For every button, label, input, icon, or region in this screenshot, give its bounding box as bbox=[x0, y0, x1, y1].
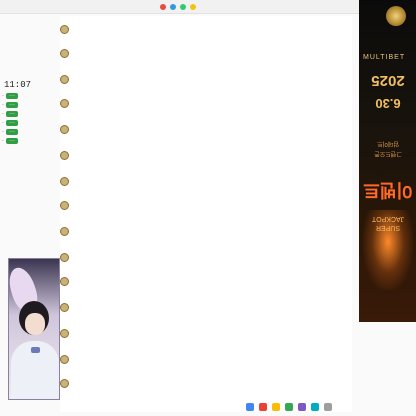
stat-label: · bbox=[2, 138, 4, 144]
browser-tab-strip bbox=[0, 0, 416, 14]
advert-banner[interactable]: MULTIBET 2025 6.30 업데이트 그랜드오픈 이벤트 SUPER … bbox=[359, 0, 416, 322]
feed-post[interactable] bbox=[60, 224, 352, 238]
left-stats-panel: 11:07 · ··· · ··· · ··· · ··· · ··· · ··… bbox=[0, 80, 58, 144]
stat-value: ··· bbox=[6, 120, 18, 126]
feed-post[interactable] bbox=[60, 376, 352, 390]
stat-label: · bbox=[2, 93, 4, 99]
stat-value: ··· bbox=[6, 111, 18, 117]
feed-post[interactable] bbox=[60, 46, 352, 60]
tab-icon[interactable] bbox=[180, 3, 186, 10]
avatar-icon[interactable] bbox=[60, 74, 69, 84]
feed-post[interactable] bbox=[60, 250, 352, 264]
stat-value: ··· bbox=[6, 138, 18, 144]
feed-post[interactable] bbox=[60, 352, 352, 366]
avatar-icon[interactable] bbox=[60, 226, 69, 236]
tab-icon[interactable] bbox=[160, 3, 166, 10]
stat-value: ··· bbox=[6, 129, 18, 135]
avatar-icon[interactable] bbox=[60, 302, 69, 312]
feed-post[interactable] bbox=[60, 96, 352, 110]
feed-post[interactable] bbox=[60, 122, 352, 136]
avatar-icon[interactable] bbox=[60, 252, 69, 262]
avatar-icon[interactable] bbox=[60, 176, 69, 186]
ad-line-1: 업데이트 bbox=[376, 140, 400, 146]
feed-post[interactable] bbox=[60, 326, 352, 340]
feed-post[interactable] bbox=[60, 148, 352, 162]
feed-post[interactable] bbox=[60, 22, 352, 36]
taskbar-icon[interactable] bbox=[298, 403, 306, 411]
stat-value: ··· bbox=[6, 102, 18, 108]
taskbar-icon[interactable] bbox=[259, 403, 267, 411]
avatar-icon[interactable] bbox=[60, 378, 69, 388]
stat-row: · ··· bbox=[2, 111, 58, 117]
avatar-icon[interactable] bbox=[60, 24, 69, 34]
taskbar-icon[interactable] bbox=[324, 403, 332, 411]
stat-row: · ··· bbox=[2, 120, 58, 126]
avatar-icon[interactable] bbox=[60, 124, 69, 134]
ad-promo: 이벤트 bbox=[363, 180, 413, 200]
webcam-bow bbox=[31, 347, 40, 353]
ad-year: 2025 bbox=[371, 72, 405, 89]
webcam-face bbox=[25, 313, 45, 335]
feed-post[interactable] bbox=[60, 72, 352, 86]
crest-icon bbox=[386, 6, 406, 26]
stat-label: · bbox=[2, 111, 4, 117]
stat-row: · ··· bbox=[2, 102, 58, 108]
stat-label: · bbox=[2, 120, 4, 126]
taskbar-icon[interactable] bbox=[246, 403, 254, 411]
ad-brand: MULTIBET bbox=[363, 54, 406, 61]
taskbar-icon[interactable] bbox=[272, 403, 280, 411]
taskbar bbox=[240, 398, 416, 416]
ad-line-2: 그랜드오픈 bbox=[374, 150, 402, 156]
ad-date: 6.30 bbox=[375, 96, 401, 111]
stat-row: · ··· bbox=[2, 138, 58, 144]
avatar-icon[interactable] bbox=[60, 48, 69, 58]
avatar-icon[interactable] bbox=[60, 354, 69, 364]
stat-label: · bbox=[2, 102, 4, 108]
taskbar-icon[interactable] bbox=[311, 403, 319, 411]
feed-post[interactable] bbox=[60, 274, 352, 288]
ad-tag: SUPER JACKPOT bbox=[371, 215, 405, 231]
stat-value: ··· bbox=[6, 93, 18, 99]
feed-post[interactable] bbox=[60, 174, 352, 188]
avatar-icon[interactable] bbox=[60, 276, 69, 286]
tab-icon[interactable] bbox=[170, 3, 176, 10]
chat-feed[interactable] bbox=[60, 16, 352, 412]
avatar-icon[interactable] bbox=[60, 150, 69, 160]
stat-row: · ··· bbox=[2, 93, 58, 99]
avatar-icon[interactable] bbox=[60, 200, 69, 210]
avatar-icon[interactable] bbox=[60, 328, 69, 338]
stat-row: · ··· bbox=[2, 129, 58, 135]
webcam-overlay bbox=[8, 258, 60, 400]
tab-icon[interactable] bbox=[190, 3, 196, 10]
avatar-icon[interactable] bbox=[60, 98, 69, 108]
clock-display: 11:07 bbox=[4, 80, 32, 90]
stat-label: · bbox=[2, 129, 4, 135]
feed-post[interactable] bbox=[60, 198, 352, 212]
feed-post[interactable] bbox=[60, 300, 352, 314]
taskbar-icon[interactable] bbox=[285, 403, 293, 411]
